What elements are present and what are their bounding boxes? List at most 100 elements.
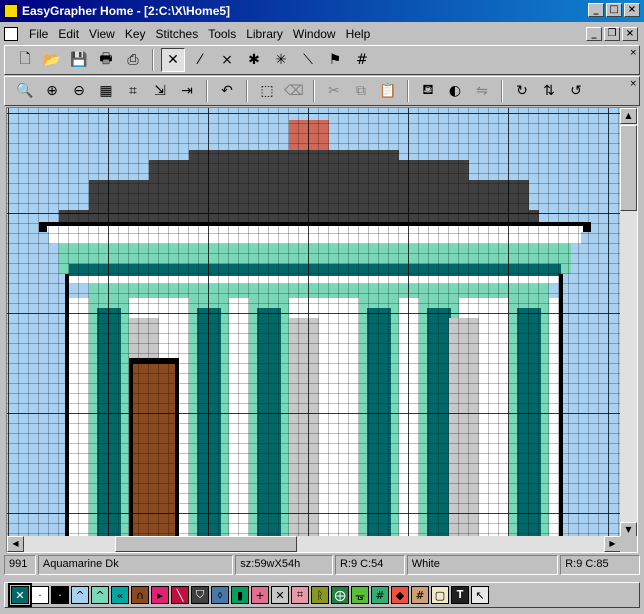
swatch-forest[interactable]: ⨁ bbox=[331, 586, 349, 604]
undo-icon[interactable]: ↶ bbox=[215, 79, 239, 103]
swatch-black[interactable]: · bbox=[51, 586, 69, 604]
menu-bar: File Edit View Key Stitches Tools Librar… bbox=[0, 23, 644, 45]
replace-color-icon[interactable]: ⇋ bbox=[470, 79, 494, 103]
pilaster bbox=[289, 318, 319, 538]
color-picker-icon[interactable]: ◐ bbox=[443, 79, 467, 103]
swatch-tan[interactable]: # bbox=[411, 586, 429, 604]
new-file-icon[interactable]: 🗋 bbox=[13, 48, 37, 72]
pattern-canvas[interactable] bbox=[7, 108, 621, 538]
swatch-silver[interactable]: ✕ bbox=[271, 586, 289, 604]
doc-restore-button[interactable]: ❐ bbox=[604, 27, 620, 41]
doc-minimize-button[interactable]: _ bbox=[586, 27, 602, 41]
star-stitch-icon[interactable]: ✳ bbox=[269, 48, 293, 72]
swatch-charcoal[interactable]: 𝐓 bbox=[451, 586, 469, 604]
zoom-out-icon[interactable]: ⊖ bbox=[67, 79, 91, 103]
rotate-ccw-icon[interactable]: ↺ bbox=[564, 79, 588, 103]
three-quarter-stitch-icon[interactable]: ✱ bbox=[242, 48, 266, 72]
status-hover-color: White bbox=[406, 555, 559, 575]
swatch-sea[interactable]: # bbox=[371, 586, 389, 604]
zoom-in-icon[interactable]: ⊕ bbox=[40, 79, 64, 103]
swatch-olive[interactable]: ᚱ bbox=[311, 586, 329, 604]
print-preview-icon[interactable]: 🖶 bbox=[94, 48, 118, 72]
stitch-toolbar: 🗋 📂 💾 🖶 ⎙ ✕ ⁄ ⨯ ✱ ✳ ⟍ ⚑ # × bbox=[4, 45, 640, 75]
toolbar-separator bbox=[206, 80, 208, 102]
chimney bbox=[289, 120, 329, 150]
grid-icon[interactable]: # bbox=[350, 48, 374, 72]
rotate-cw-icon[interactable]: ↻ bbox=[510, 79, 534, 103]
menu-file[interactable]: File bbox=[24, 27, 53, 41]
scroll-left-icon[interactable]: ◀ bbox=[7, 536, 24, 552]
column-dark bbox=[197, 308, 221, 538]
swatch-aqua-dark[interactable]: ✕ bbox=[8, 583, 32, 607]
swatch-brown[interactable]: ∩ bbox=[131, 586, 149, 604]
toolbar-separator bbox=[313, 80, 315, 102]
column-dark bbox=[257, 308, 281, 538]
import-icon[interactable]: ⇥ bbox=[175, 79, 199, 103]
cut-icon[interactable]: ✂ bbox=[322, 79, 346, 103]
swatch-sky-blue[interactable]: ^ bbox=[71, 586, 89, 604]
menu-window[interactable]: Window bbox=[288, 27, 341, 41]
french-knot-icon[interactable]: ⚑ bbox=[323, 48, 347, 72]
vertical-scrollbar[interactable]: ▲ ▼ bbox=[620, 108, 637, 538]
horizontal-scrollbar[interactable]: ◀ ▶ bbox=[7, 536, 621, 552]
backstitch-icon[interactable]: ⟍ bbox=[296, 48, 320, 72]
scroll-up-icon[interactable]: ▲ bbox=[620, 108, 637, 124]
swatch-magenta[interactable]: ▸ bbox=[151, 586, 169, 604]
flip-icon[interactable]: ⇅ bbox=[537, 79, 561, 103]
minimize-button[interactable]: _ bbox=[588, 3, 604, 17]
toolbar-close-icon[interactable]: × bbox=[629, 48, 637, 58]
swatch-cream[interactable]: ▢ bbox=[431, 586, 449, 604]
menu-stitches[interactable]: Stitches bbox=[151, 27, 204, 41]
quarter-stitch-icon[interactable]: ⨯ bbox=[215, 48, 239, 72]
close-button[interactable]: × bbox=[624, 3, 640, 17]
swatch-coral[interactable]: ◆ bbox=[391, 586, 409, 604]
menu-key[interactable]: Key bbox=[120, 27, 151, 41]
menu-tools[interactable]: Tools bbox=[203, 27, 241, 41]
swatch-pale-grey[interactable]: ↖ bbox=[471, 586, 489, 604]
open-folder-icon[interactable]: 📂 bbox=[40, 48, 64, 72]
swatch-crimson[interactable]: ╲ bbox=[171, 586, 189, 604]
print-icon[interactable]: ⎙ bbox=[121, 48, 145, 72]
full-cross-stitch-icon[interactable]: ✕ bbox=[161, 48, 185, 72]
menu-view[interactable]: View bbox=[84, 27, 120, 41]
export-icon[interactable]: ⇲ bbox=[148, 79, 172, 103]
swatch-blue-grey[interactable]: ⬨ bbox=[211, 586, 229, 604]
status-color-name: Aquamarine Dk bbox=[37, 555, 234, 575]
toolbar-close-icon[interactable]: × bbox=[629, 79, 637, 89]
swatch-green[interactable]: ▮ bbox=[231, 586, 249, 604]
view-chart-icon[interactable]: ▦ bbox=[94, 79, 118, 103]
roof-base bbox=[59, 210, 539, 222]
door bbox=[133, 364, 175, 538]
lintel bbox=[69, 276, 561, 284]
window-title: EasyGrapher Home - [2:C:\X\Home5] bbox=[22, 4, 231, 18]
document-icon[interactable] bbox=[4, 27, 18, 41]
swatch-white[interactable]: · bbox=[31, 586, 49, 604]
roof-peak bbox=[219, 150, 399, 160]
swatch-lime[interactable]: ᚗ bbox=[351, 586, 369, 604]
scroll-right-icon[interactable]: ▶ bbox=[604, 536, 621, 552]
fill-bucket-icon[interactable]: ⛾ bbox=[416, 79, 440, 103]
half-stitch-icon[interactable]: ⁄ bbox=[188, 48, 212, 72]
swatch-pink[interactable]: + bbox=[251, 586, 269, 604]
vertical-scroll-thumb[interactable] bbox=[620, 125, 637, 211]
select-rect-icon[interactable]: ⬚ bbox=[255, 79, 279, 103]
eraser-icon[interactable]: ⌫ bbox=[282, 79, 306, 103]
menu-help[interactable]: Help bbox=[341, 27, 376, 41]
swatch-rose[interactable]: ⌗ bbox=[291, 586, 309, 604]
swatch-teal[interactable]: « bbox=[111, 586, 129, 604]
swatch-dark-grey[interactable]: ⛉ bbox=[191, 586, 209, 604]
outline-right bbox=[559, 274, 563, 538]
pattern-icon[interactable]: ⌗ bbox=[121, 79, 145, 103]
horizontal-scroll-thumb[interactable] bbox=[115, 536, 297, 552]
menu-edit[interactable]: Edit bbox=[53, 27, 84, 41]
paste-icon[interactable]: 📋 bbox=[376, 79, 400, 103]
swatch-aqua-light[interactable]: ^ bbox=[91, 586, 109, 604]
save-disk-icon[interactable]: 💾 bbox=[67, 48, 91, 72]
title-bar[interactable]: EasyGrapher Home - [2:C:\X\Home5] _ □ × bbox=[0, 0, 644, 22]
frieze-dark bbox=[69, 264, 561, 276]
menu-library[interactable]: Library bbox=[241, 27, 288, 41]
doc-close-button[interactable]: × bbox=[622, 27, 638, 41]
copy-icon[interactable]: ⧉ bbox=[349, 79, 373, 103]
maximize-button[interactable]: □ bbox=[606, 3, 622, 17]
zoom-icon[interactable]: 🔍 bbox=[13, 79, 37, 103]
